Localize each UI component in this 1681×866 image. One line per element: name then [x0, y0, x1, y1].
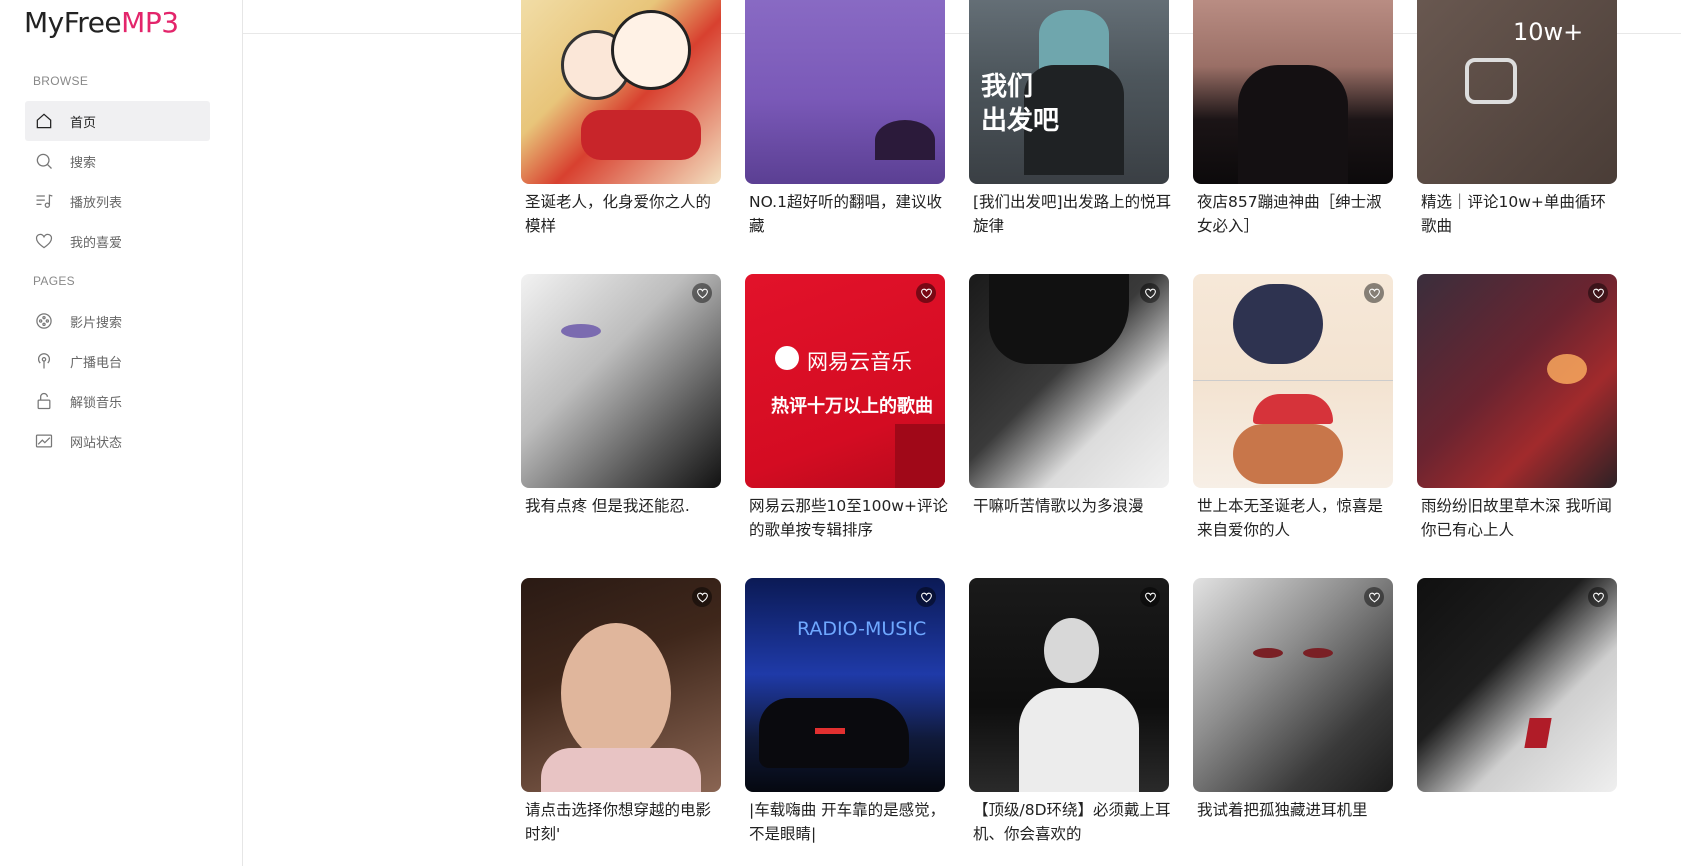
sidebar-item-site-status[interactable]: 网站状态: [25, 421, 210, 461]
sidebar-item-search[interactable]: 搜索: [25, 141, 210, 181]
heart-icon: [696, 592, 708, 602]
browse-section-title: BROWSE: [33, 74, 89, 88]
sidebar-item-label: 我的喜爱: [70, 235, 123, 251]
sidebar-item-movie-search[interactable]: 影片搜索: [25, 301, 210, 341]
playlist-title[interactable]: 我试着把孤独藏进耳机里: [1197, 798, 1397, 822]
playlist-cover[interactable]: [1193, 274, 1393, 488]
playlist-cover[interactable]: 10w+: [1417, 0, 1617, 184]
pages-section-title: PAGES: [33, 274, 75, 288]
heart-icon: [1144, 592, 1156, 602]
playlist-title[interactable]: 网易云那些10至100w+评论的歌单按专辑排序: [749, 494, 949, 542]
playlist-cover[interactable]: [521, 578, 721, 792]
favorite-button[interactable]: [1140, 283, 1160, 303]
favorite-button[interactable]: [916, 283, 936, 303]
favorite-button[interactable]: [692, 283, 712, 303]
heart-icon: [1592, 592, 1604, 602]
home-icon: [32, 109, 56, 133]
heart-icon: [920, 288, 932, 298]
sidebar-item-label: 播放列表: [70, 195, 123, 211]
playlist-title[interactable]: 我有点疼 但是我还能忍.: [525, 494, 725, 518]
logo-text-primary: MyFree: [24, 6, 122, 39]
playlist-title[interactable]: 圣诞老人，化身爱你之人的模样: [525, 190, 725, 238]
sidebar-item-unlock-music[interactable]: 解锁音乐: [25, 381, 210, 421]
sidebar-item-radio[interactable]: 广播电台: [25, 341, 210, 381]
sidebar: MyFreeMP3 BROWSE 首页 搜索 播放列表 我的喜爱 PAGES 影…: [0, 0, 243, 866]
playlist-cover[interactable]: RADIO-MUSIC: [745, 578, 945, 792]
favorite-button[interactable]: [1364, 283, 1384, 303]
playlist-title[interactable]: 夜店857蹦迪神曲［绅士淑女必入］: [1197, 190, 1397, 238]
film-reel-icon: [32, 309, 56, 333]
heart-icon: [920, 592, 932, 602]
playlist-icon: [32, 189, 56, 213]
favorite-button[interactable]: [1588, 283, 1608, 303]
cover-text: 10w+: [1513, 18, 1584, 46]
favorite-button[interactable]: [916, 587, 936, 607]
playlist-title[interactable]: NO.1超好听的翻唱，建议收藏: [749, 190, 949, 238]
playlist-cover[interactable]: 我们 出发吧: [969, 0, 1169, 184]
playlist-cover[interactable]: [1417, 274, 1617, 488]
sidebar-item-label: 广播电台: [70, 355, 123, 371]
sidebar-item-label: 搜索: [70, 155, 97, 171]
heart-icon: [1368, 592, 1380, 602]
sidebar-item-playlist[interactable]: 播放列表: [25, 181, 210, 221]
playlist-title[interactable]: 【顶级/8D环绕】必须戴上耳机、你会喜欢的: [973, 798, 1173, 846]
logo-text-accent: MP3: [121, 6, 179, 39]
heart-icon: [696, 288, 708, 298]
playlist-cover[interactable]: [969, 578, 1169, 792]
heart-icon: [1368, 288, 1380, 298]
sidebar-item-label: 首页: [70, 115, 97, 131]
favorite-button[interactable]: [692, 587, 712, 607]
sidebar-item-home[interactable]: 首页: [25, 101, 210, 141]
search-icon: [32, 149, 56, 173]
playlist-cover[interactable]: [1193, 0, 1393, 184]
playlist-title[interactable]: [我们出发吧]出发路上的悦耳旋律: [973, 190, 1173, 238]
cover-text: 网易云音乐: [807, 350, 912, 374]
heart-icon: [1592, 288, 1604, 298]
cover-text: 我们 出发吧: [981, 72, 1060, 136]
playlist-title[interactable]: 雨纷纷旧故里草木深 我听闻你已有心上人: [1421, 494, 1621, 542]
playlist-cover[interactable]: [521, 274, 721, 488]
playlist-cover[interactable]: 网易云音乐 热评十万以上的歌曲: [745, 274, 945, 488]
unlock-icon: [32, 389, 56, 413]
app-logo[interactable]: MyFreeMP3: [24, 6, 179, 39]
cover-text: RADIO-MUSIC: [797, 618, 927, 640]
sidebar-item-label: 影片搜索: [70, 315, 123, 331]
status-icon: [32, 429, 56, 453]
favorite-button[interactable]: [1588, 587, 1608, 607]
sidebar-item-label: 网站状态: [70, 435, 123, 451]
favorite-button[interactable]: [1140, 587, 1160, 607]
playlist-title[interactable]: 干嘛听苦情歌以为多浪漫: [973, 494, 1173, 518]
sidebar-item-label: 解锁音乐: [70, 395, 123, 411]
cover-text: 热评十万以上的歌曲: [771, 396, 933, 417]
playlist-cover[interactable]: [745, 0, 945, 184]
sidebar-item-favorites[interactable]: 我的喜爱: [25, 221, 210, 261]
playlist-title[interactable]: 请点击选择你想穿越的电影时刻': [525, 798, 725, 846]
playlist-cover[interactable]: [1193, 578, 1393, 792]
playlist-cover[interactable]: [1417, 578, 1617, 792]
radio-icon: [32, 349, 56, 373]
playlist-cover[interactable]: [521, 0, 721, 184]
heart-icon: [1144, 288, 1156, 298]
playlist-title[interactable]: 精选｜评论10w+单曲循环歌曲: [1421, 190, 1621, 238]
playlist-cover[interactable]: [969, 274, 1169, 488]
playlist-title[interactable]: 世上本无圣诞老人，惊喜是来自爱你的人: [1197, 494, 1397, 542]
heart-icon: [32, 229, 56, 253]
favorite-button[interactable]: [1364, 587, 1384, 607]
playlist-title[interactable]: |车载嗨曲 开车靠的是感觉，不是眼睛|: [749, 798, 949, 846]
